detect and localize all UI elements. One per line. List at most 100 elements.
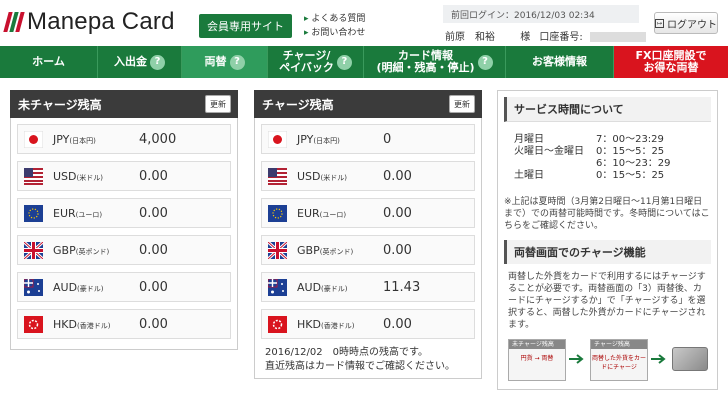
- diagram-box2-text: 両替した外貨をカードにチャージ: [591, 355, 646, 371]
- nav-customer-info[interactable]: お客様情報: [506, 46, 614, 78]
- balance-row-hkd: HKD(香港ドル) 0.00: [261, 309, 475, 339]
- nav-fx-label: FX口座開設で お得な両替: [636, 50, 707, 74]
- help-icon[interactable]: ?: [150, 54, 165, 70]
- nav-exchange[interactable]: 両替 ?: [182, 46, 268, 78]
- nav-charge[interactable]: チャージ/ペイバック ?: [268, 46, 364, 78]
- contact-link[interactable]: お問い合わせ: [304, 26, 365, 40]
- hours-day: 土曜日: [514, 170, 544, 181]
- hours-time: 0：15〜5：25: [596, 170, 665, 181]
- hours-row: 6：10〜23：29: [504, 158, 711, 170]
- help-icon[interactable]: ?: [336, 54, 352, 70]
- account-label: 口座番号:: [539, 32, 583, 43]
- currency-name: (ユーロ): [319, 210, 347, 219]
- service-hours-title: サービス時間について: [504, 97, 711, 122]
- user-name: 前原 和裕: [445, 32, 495, 43]
- hong-kong-flag-icon: [24, 315, 43, 333]
- balance-amount: 4,000: [139, 131, 177, 147]
- currency-label: USD(米ドル): [297, 170, 383, 183]
- currency-code: JPY: [53, 132, 70, 146]
- nav-deposit[interactable]: 入出金 ?: [98, 46, 182, 78]
- charge-feature-text: 両替した外貨をカードで利用するにはチャージすることが必要です。両替画面の「3）両…: [508, 272, 706, 330]
- nav-charge-label: チャージ/ペイバック: [279, 50, 334, 74]
- currency-code: AUD: [297, 280, 322, 294]
- nav-home-label: ホーム: [32, 55, 65, 68]
- nav-card-line2: (明細・残高・停止): [376, 61, 475, 74]
- balance-row-usd: USD(米ドル) 0.00: [17, 161, 231, 191]
- currency-name: (香港ドル): [320, 321, 355, 330]
- hours-row: 土曜日 0：15〜5：25: [504, 170, 711, 182]
- currency-name: (日本円): [313, 136, 340, 145]
- eu-flag-icon: [24, 204, 43, 222]
- faq-link[interactable]: よくある質問: [304, 12, 365, 26]
- currency-code: HKD: [297, 317, 321, 331]
- balance-amount: 11.43: [383, 279, 421, 295]
- hours-time: 6：10〜23：29: [596, 158, 671, 169]
- australia-flag-icon: [268, 278, 287, 296]
- nav-card-info[interactable]: カード情報 (明細・残高・停止) ?: [364, 46, 506, 78]
- currency-code: EUR: [53, 206, 76, 220]
- manepa-card-logo[interactable]: Manepa Card: [3, 8, 175, 36]
- nav-home[interactable]: ホーム: [0, 46, 98, 78]
- balance-amount: 0.00: [139, 168, 168, 184]
- currency-code: USD: [53, 169, 77, 183]
- balance-row-aud: AUD(豪ドル) 0.00: [17, 272, 231, 302]
- logo-mark-icon: [3, 12, 25, 32]
- nav-fx-account-promo[interactable]: FX口座開設で お得な両替: [614, 46, 728, 78]
- logout-button[interactable]: ↦ ログアウト: [654, 12, 718, 34]
- balance-amount: 0.00: [383, 205, 412, 221]
- currency-label: HKD(香港ドル): [53, 318, 139, 331]
- eu-flag-icon: [268, 204, 287, 222]
- refresh-button[interactable]: 更新: [205, 95, 231, 113]
- service-hours-table: 月曜日 7：00〜23:29 火曜日〜金曜日 0：15〜5：25 6：10〜23：2…: [504, 134, 711, 182]
- currency-code: EUR: [297, 206, 320, 220]
- currency-label: GBP(英ポンド): [53, 244, 139, 257]
- currency-name: (日本円): [69, 136, 96, 145]
- balance-row-eur: EUR(ユーロ) 0.00: [261, 198, 475, 228]
- summer-time-note: ※上記は夏時間（3月第2日曜日〜11月第1日曜日まで）での両替可能時間です。冬時…: [504, 197, 710, 231]
- uk-flag-icon: [24, 241, 43, 259]
- balance-amount: 0.00: [139, 316, 168, 332]
- balance-amount: 0.00: [383, 242, 412, 258]
- arrow-right-icon: [651, 354, 666, 364]
- uncharged-panel-header: 未チャージ残高 更新: [10, 90, 238, 118]
- japan-flag-icon: [268, 130, 287, 148]
- hong-kong-flag-icon: [268, 315, 287, 333]
- charge-flow-diagram: 未チャージ残高 円貨 → 両替 チャージ残高 両替した外貨をカードにチャージ: [504, 339, 711, 381]
- balance-amount: 0.00: [383, 316, 412, 332]
- hours-row: 月曜日 7：00〜23:29: [504, 134, 711, 146]
- diagram-box1-text: 円貨 → 両替: [520, 355, 554, 362]
- usa-flag-icon: [24, 167, 43, 185]
- nav-fx-line2: お得な両替: [643, 61, 699, 74]
- currency-name: (豪ドル): [321, 284, 348, 293]
- currency-label: GBP(英ポンド): [297, 244, 383, 257]
- currency-name: (英ポンド): [75, 247, 110, 256]
- refresh-button[interactable]: 更新: [449, 95, 475, 113]
- nav-customer-label: お客様情報: [532, 55, 587, 68]
- hours-time: 0：15〜5：25: [596, 146, 665, 157]
- currency-name: (米ドル): [320, 173, 347, 182]
- currency-code: GBP: [53, 243, 76, 257]
- hours-day: [504, 158, 596, 170]
- currency-label: JPY(日本円): [297, 133, 383, 146]
- balance-note: 2016/12/02 0時時点の残高です。 直近残高はカード情報でご確認ください…: [261, 346, 475, 374]
- currency-name: (ユーロ): [75, 210, 103, 219]
- logo-text: Manepa Card: [27, 8, 175, 35]
- help-icon[interactable]: ?: [477, 54, 493, 70]
- balance-row-usd: USD(米ドル) 0.00: [261, 161, 475, 191]
- currency-name: (英ポンド): [319, 247, 354, 256]
- currency-name: (豪ドル): [77, 284, 104, 293]
- logout-label: ログアウト: [667, 19, 717, 31]
- user-info: 前原 和裕 様 口座番号:: [445, 28, 646, 43]
- currency-label: EUR(ユーロ): [53, 207, 139, 220]
- diagram-charged-box: チャージ残高 両替した外貨をカードにチャージ: [590, 339, 648, 381]
- charged-panel-header: チャージ残高 更新: [254, 90, 482, 118]
- currency-code: USD: [297, 169, 321, 183]
- card-image-icon: [672, 347, 708, 371]
- currency-label: USD(米ドル): [53, 170, 139, 183]
- currency-label: AUD(豪ドル): [297, 281, 383, 294]
- help-links: よくある質問 お問い合わせ: [304, 12, 365, 40]
- diagram-box1-header: 未チャージ残高: [509, 340, 565, 349]
- help-icon[interactable]: ?: [229, 54, 245, 70]
- main-nav: ホーム 入出金 ? 両替 ? チャージ/ペイバック ? カード情報 (明細・残高・…: [0, 46, 728, 78]
- uncharged-balance-panel: 未チャージ残高 更新 JPY(日本円) 4,000 USD(米ドル) 0.00 …: [10, 90, 238, 350]
